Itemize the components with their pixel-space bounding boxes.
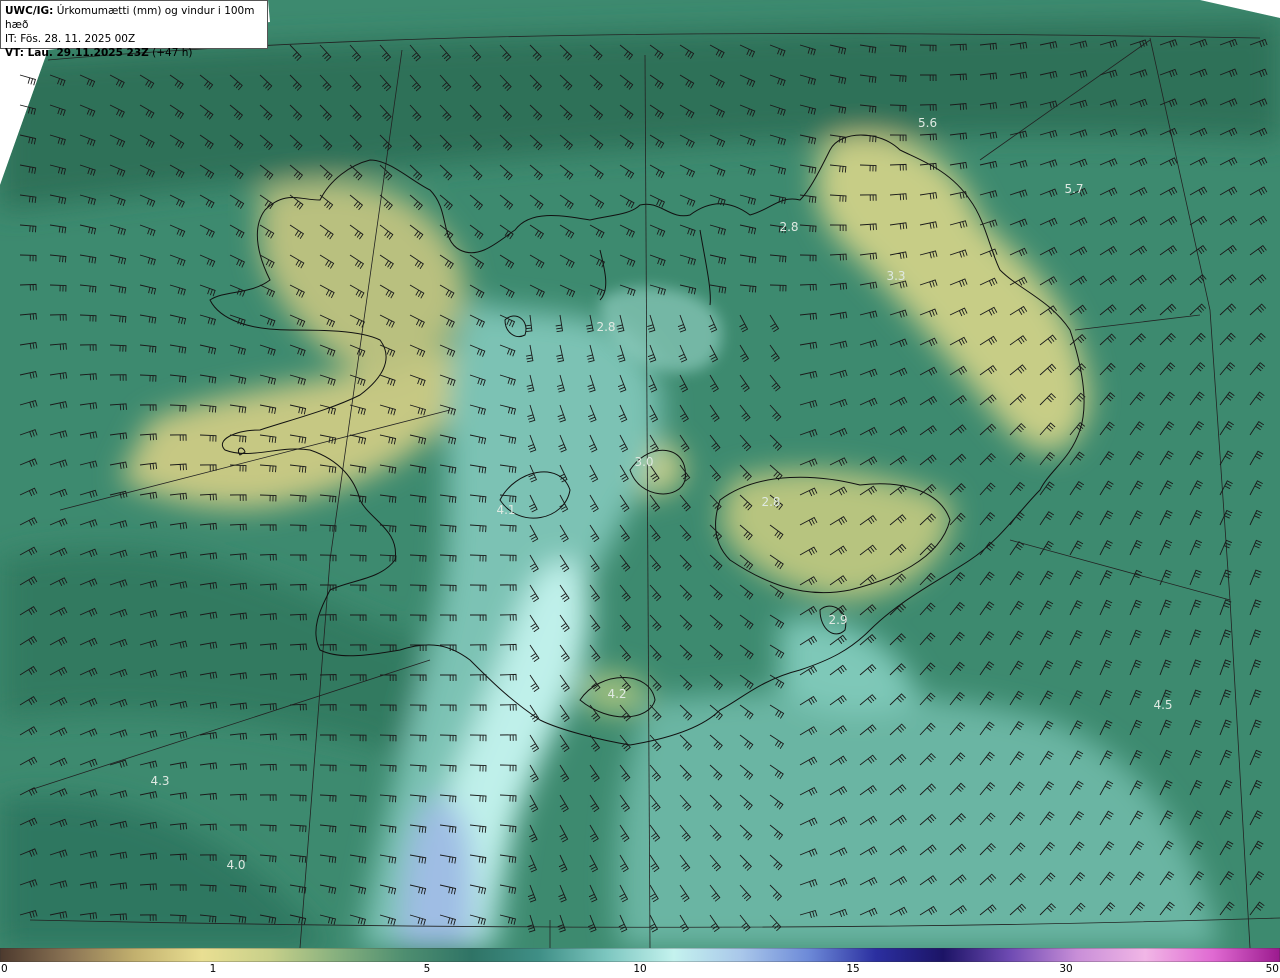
- valid-time-line: VT: Lau. 29.11.2025 23Z (+47 h): [5, 46, 263, 60]
- label-2-8-north: 2.8: [779, 220, 798, 234]
- init-prefix: IT:: [5, 33, 17, 45]
- label-4-3: 4.3: [150, 774, 169, 788]
- init-time: Fös. 28. 11. 2025 00Z: [20, 33, 136, 45]
- label-3-0: 3.0: [634, 455, 653, 469]
- label-2-8-south: 2.8: [761, 495, 780, 509]
- label-4-5: 4.5: [1153, 698, 1172, 712]
- tick-0: 0: [1, 963, 8, 975]
- tick-10: 10: [633, 963, 647, 975]
- valid-prefix: VT:: [5, 47, 24, 59]
- lead-time: (+47 h): [152, 47, 193, 59]
- product-code: UWC/IG:: [5, 5, 54, 17]
- field-layer: [0, 0, 1280, 948]
- tick-15: 15: [846, 963, 860, 975]
- label-2-9: 2.9: [828, 613, 847, 627]
- label-4-0: 4.0: [226, 858, 245, 872]
- label-5-6: 5.6: [918, 116, 937, 130]
- tick-1: 1: [209, 963, 217, 975]
- tick-50: 50: [1265, 963, 1279, 975]
- tick-30: 30: [1059, 963, 1073, 975]
- colorbar: [0, 948, 1280, 962]
- valid-time: Lau. 29.11.2025 23Z: [27, 47, 149, 59]
- precipitation-wind-map[interactable]: 5.6 5.7 2.8 3.3 2.8 3.0 4.1 2.8 2.9 4.2 …: [0, 0, 1280, 948]
- colorbar-ticks: 0 1 5 10 15 30 50: [0, 962, 1280, 978]
- label-4-1: 4.1: [496, 503, 515, 517]
- map-info-box: UWC/IG: Úrkomumætti (mm) og vindur i 100…: [0, 0, 268, 59]
- label-2-8-west: 2.8: [596, 320, 615, 334]
- label-4-2: 4.2: [607, 687, 626, 701]
- title-line: UWC/IG: Úrkomumætti (mm) og vindur i 100…: [5, 4, 263, 32]
- label-5-7: 5.7: [1064, 182, 1083, 196]
- tick-5: 5: [423, 963, 431, 975]
- init-time-line: IT: Fös. 28. 11. 2025 00Z: [5, 32, 263, 46]
- label-3-3: 3.3: [886, 269, 905, 283]
